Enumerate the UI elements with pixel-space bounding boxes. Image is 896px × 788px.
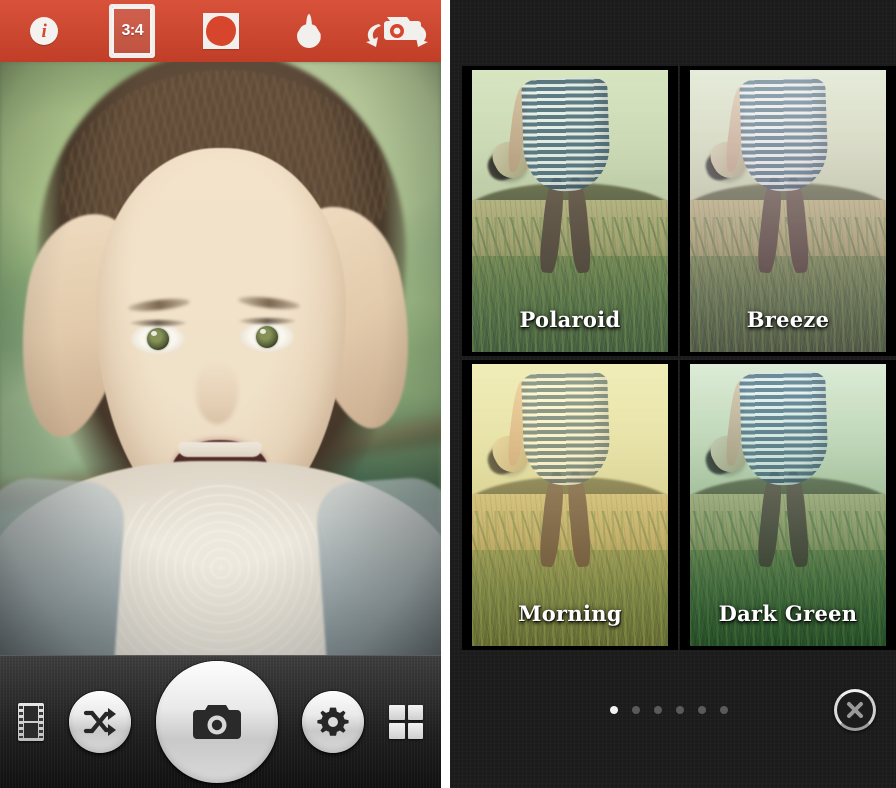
filter-thumbnail: Polaroid <box>472 70 668 352</box>
page-dot-6[interactable] <box>720 706 728 714</box>
filter-thumbnail: Morning <box>472 364 668 646</box>
subject-nose <box>196 362 238 424</box>
subject-iris-left <box>147 328 169 350</box>
subject-cardigan-left <box>0 473 127 655</box>
subject-teeth <box>178 442 262 457</box>
flip-camera-icon <box>365 17 428 47</box>
info-icon-glyph: i <box>41 20 47 42</box>
camera-icon <box>192 704 241 739</box>
shutter-button[interactable]: Capture <box>155 660 278 783</box>
blur-button[interactable] <box>265 0 353 62</box>
close-button[interactable]: Close <box>834 689 876 731</box>
gear-icon <box>317 707 349 736</box>
page-dot-5[interactable] <box>698 706 706 714</box>
gallery-label: Gallery <box>18 703 19 704</box>
grid-cell <box>389 723 405 739</box>
grid-cell <box>389 704 405 720</box>
filter-option-morning[interactable]: Morning <box>462 360 678 650</box>
filter-thumbnail: Dark Green <box>690 364 886 646</box>
panel-divider <box>441 0 450 788</box>
page-dot-3[interactable] <box>654 706 662 714</box>
filter-name-label: Morning <box>518 601 622 626</box>
shuffle-icon <box>83 707 116 736</box>
subject-lash-right <box>239 318 295 324</box>
page-dot-1[interactable] <box>610 706 618 714</box>
gallery-film-icon[interactable]: Gallery <box>18 702 44 741</box>
subject-cardigan-right <box>314 473 441 655</box>
aspect-ratio-button[interactable]: 3:4 <box>88 0 176 62</box>
filter-name-label: Breeze <box>746 307 830 332</box>
aspect-ratio-frame: 3:4 <box>109 4 156 58</box>
filter-option-dark-green[interactable]: Dark Green <box>680 360 896 650</box>
blur-drop-icon <box>297 14 321 48</box>
grid-cell <box>407 704 423 720</box>
aspect-ratio-inner: 3:4 <box>112 7 153 55</box>
page-indicator[interactable] <box>610 706 728 714</box>
film-perforations-right <box>39 705 43 738</box>
camera-preview[interactable] <box>0 62 441 655</box>
close-icon <box>847 702 863 718</box>
grid-icon[interactable]: Grid <box>389 704 423 739</box>
filter-footer: Close <box>450 678 896 788</box>
aspect-ratio-value: 3:4 <box>121 22 144 39</box>
filter-thumbnail: Breeze <box>690 70 886 352</box>
page-dot-2[interactable] <box>632 706 640 714</box>
page-dot-4[interactable] <box>676 706 684 714</box>
film-perforations-left <box>19 705 23 738</box>
subject-lash-left <box>130 320 186 326</box>
filter-name-label: Polaroid <box>519 307 621 332</box>
filter-option-breeze[interactable]: Breeze <box>680 66 896 356</box>
filter-grid: Polaroid Breeze Morning Dark Green <box>462 66 896 650</box>
flip-camera-button[interactable] <box>353 0 441 62</box>
info-icon: i <box>30 17 59 45</box>
camera-panel: i 3:4 <box>0 0 441 788</box>
filter-picker-panel: Polaroid Breeze Morning Dark Green <box>450 0 896 788</box>
settings-button[interactable]: Settings <box>302 690 365 753</box>
camera-toolbar: i 3:4 <box>0 0 441 62</box>
grid-cell <box>407 723 423 739</box>
shuffle-button[interactable]: Shuffle <box>68 690 131 753</box>
info-button[interactable]: i <box>0 0 88 62</box>
filter-option-polaroid[interactable]: Polaroid <box>462 66 678 356</box>
vignette-icon <box>202 13 239 49</box>
camera-control-bar: Gallery Shuffle <box>0 655 441 788</box>
filter-name-label: Dark Green <box>718 601 858 626</box>
vignette-button[interactable] <box>176 0 264 62</box>
subject-iris-right <box>256 326 278 348</box>
app-root: i 3:4 Polaroid Breeze Morning Dark Green <box>0 0 896 788</box>
